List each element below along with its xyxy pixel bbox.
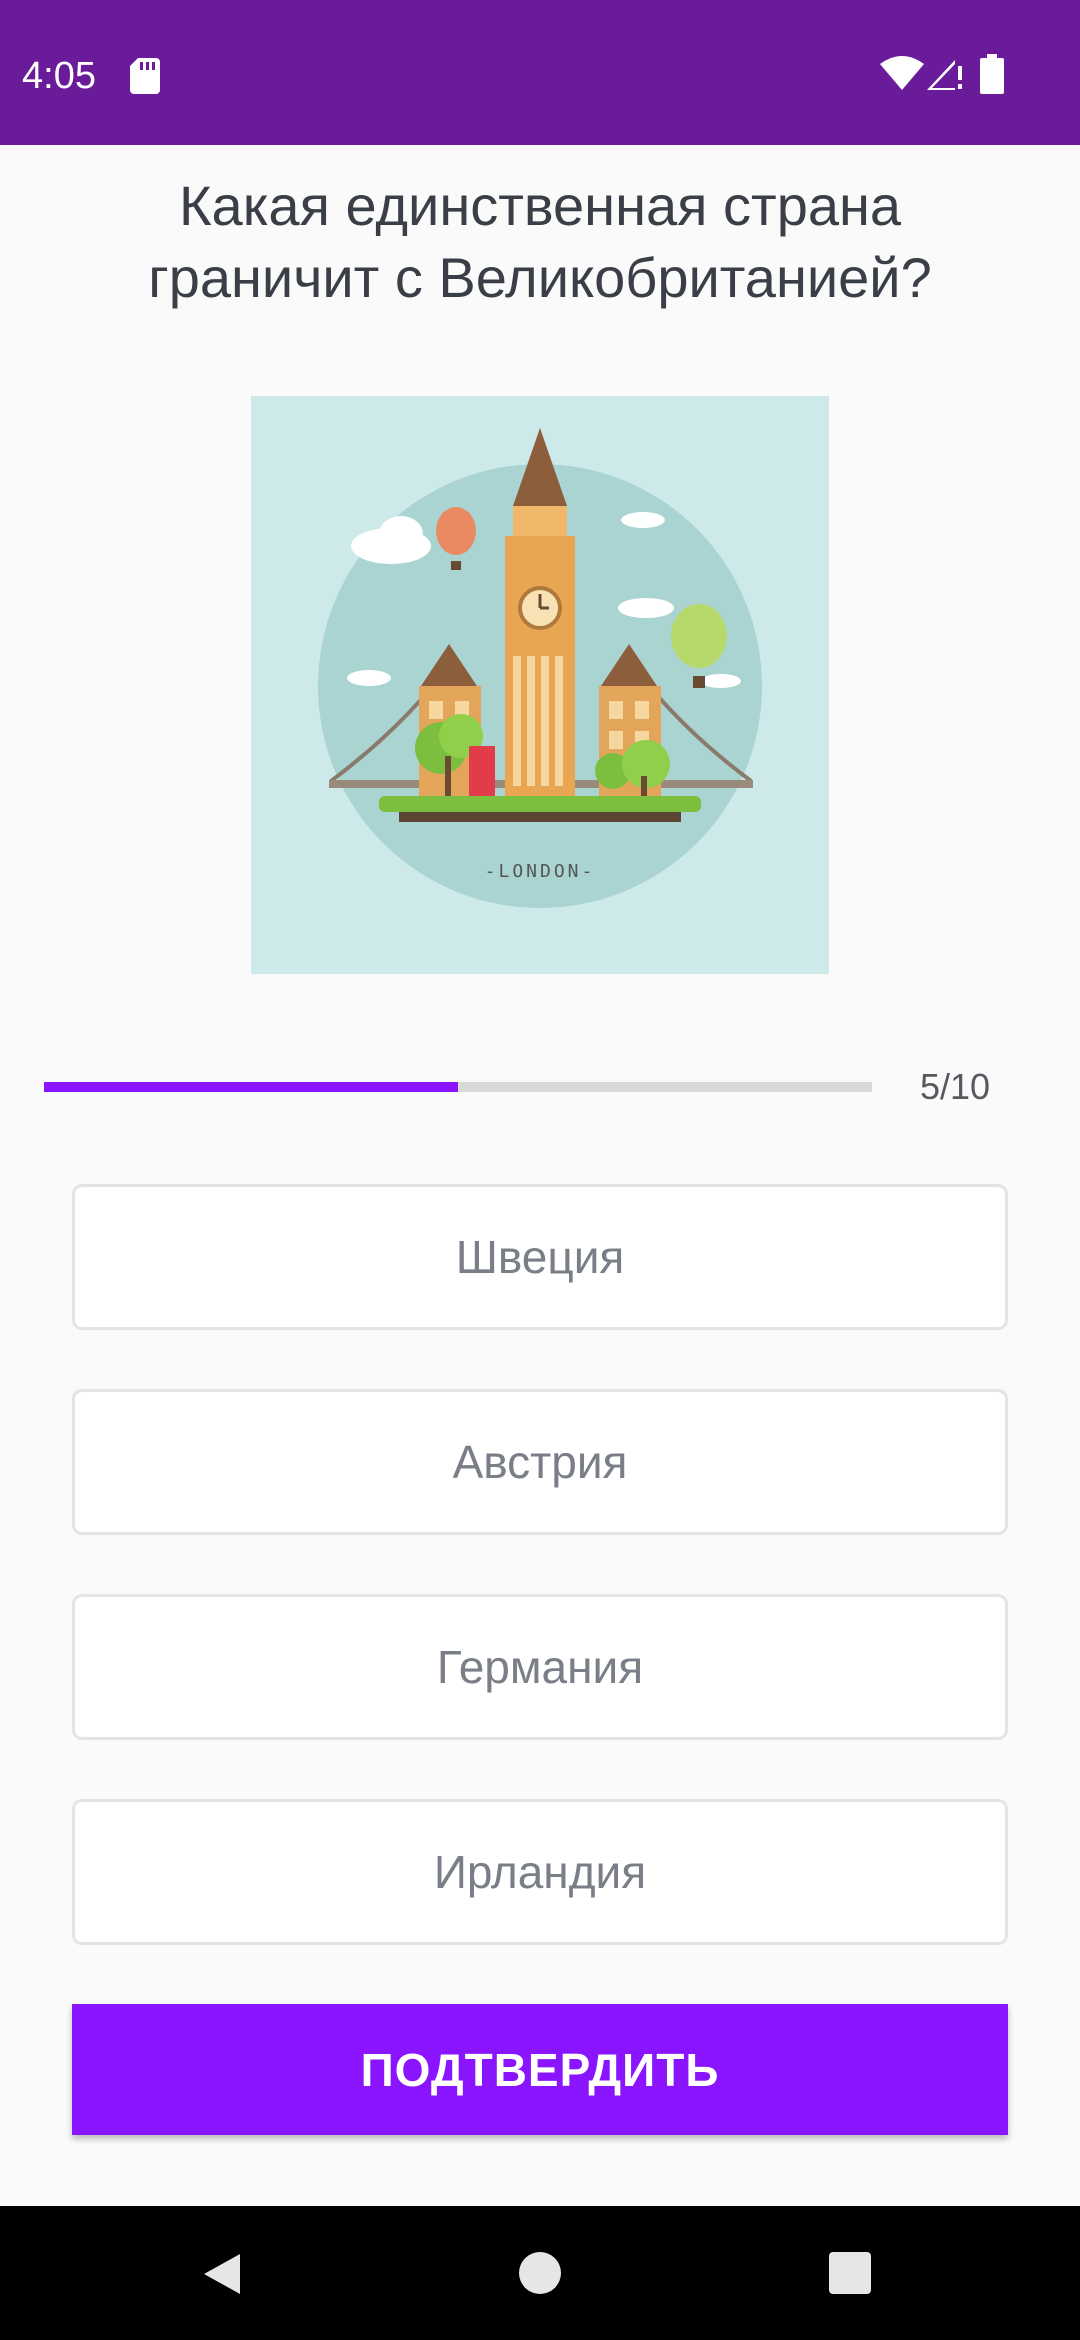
progress-counter: 5/10 xyxy=(919,1066,991,1107)
answer-options: Швеция Австрия Германия Ирландия xyxy=(72,1184,1008,2004)
back-icon[interactable] xyxy=(200,2250,244,2303)
navigation-bar xyxy=(0,2206,1080,2340)
image-caption: -LONDON- xyxy=(485,861,596,882)
answer-option-label: Австрия xyxy=(452,1436,628,1488)
question-image: -LONDON- xyxy=(251,396,829,974)
question-text: Какая единственная страна граничит с Вел… xyxy=(148,174,932,309)
answer-option[interactable]: Германия xyxy=(72,1594,1008,1740)
answer-option[interactable]: Ирландия xyxy=(72,1799,1008,1945)
answer-option-label: Германия xyxy=(436,1641,644,1693)
answer-option[interactable]: Австрия xyxy=(72,1389,1008,1535)
progress-bar xyxy=(44,1082,872,1092)
answer-option-label: Ирландия xyxy=(433,1846,647,1898)
recents-icon[interactable] xyxy=(829,2252,871,2299)
status-bar: 4:05 xyxy=(0,0,1080,145)
confirm-button[interactable]: ПОДТВЕРДИТЬ xyxy=(72,2004,1008,2135)
wifi-icon xyxy=(880,56,924,97)
sd-card-icon xyxy=(130,58,160,99)
status-time: 4:05 xyxy=(22,55,96,97)
battery-icon xyxy=(980,54,1004,99)
signal-icon xyxy=(925,56,965,97)
confirm-button-label: ПОДТВЕРДИТЬ xyxy=(360,2043,720,2096)
answer-option[interactable]: Швеция xyxy=(72,1184,1008,1330)
answer-option-label: Швеция xyxy=(455,1231,625,1283)
progress-fill xyxy=(44,1082,458,1092)
home-icon[interactable] xyxy=(517,2250,563,2301)
